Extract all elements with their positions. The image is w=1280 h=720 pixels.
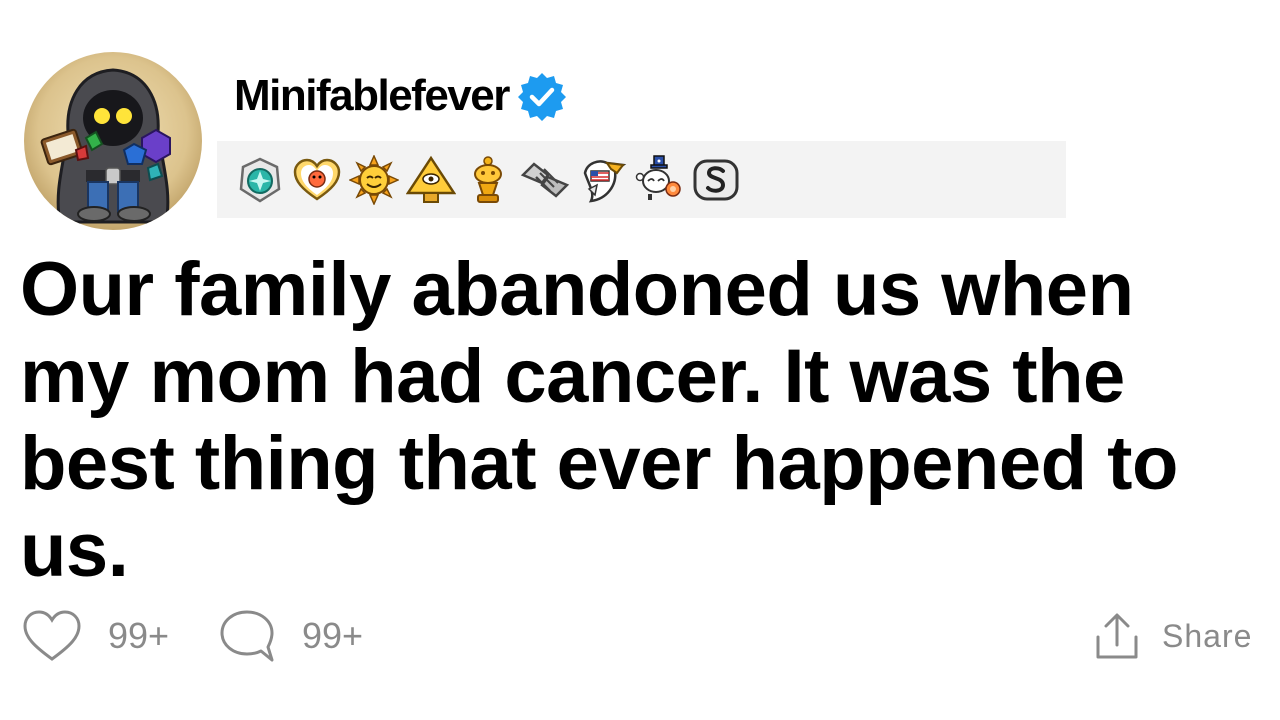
snoo-uncle-sam-award-icon[interactable] <box>634 155 684 205</box>
verified-badge-icon <box>517 73 566 121</box>
gold-trophy-award-icon[interactable] <box>463 155 513 205</box>
avatar[interactable] <box>24 52 202 230</box>
sun-award-icon[interactable] <box>349 155 399 205</box>
post-title: Our family abandoned us when my mom had … <box>20 247 1178 593</box>
silver-medal-award-icon[interactable] <box>235 155 285 205</box>
pyramid-eye-award-icon[interactable] <box>406 155 456 205</box>
like-count: 99+ <box>108 615 170 656</box>
username[interactable]: Minifablefever <box>234 71 510 121</box>
wholesome-award-icon[interactable] <box>292 155 342 205</box>
author-row: Minifablefever <box>234 68 567 124</box>
heart-icon <box>23 610 81 661</box>
comment-button[interactable]: 99+ <box>218 604 363 668</box>
share-button[interactable]: Share <box>1094 604 1252 668</box>
comment-count: 99+ <box>302 615 364 656</box>
share-icon <box>1096 613 1138 659</box>
eagle-flag-award-icon[interactable] <box>577 155 627 205</box>
action-bar: 99+ 99+ Share <box>0 604 1280 668</box>
post-card: Minifablefever Our family abandoned us w… <box>0 0 1280 720</box>
awards-bar <box>217 141 1066 218</box>
like-button[interactable]: 99+ <box>22 604 169 668</box>
silver-s-award-icon[interactable] <box>691 155 741 205</box>
handshake-award-icon[interactable] <box>520 155 570 205</box>
comment-bubble-icon <box>220 610 274 662</box>
share-label: Share <box>1162 617 1253 654</box>
